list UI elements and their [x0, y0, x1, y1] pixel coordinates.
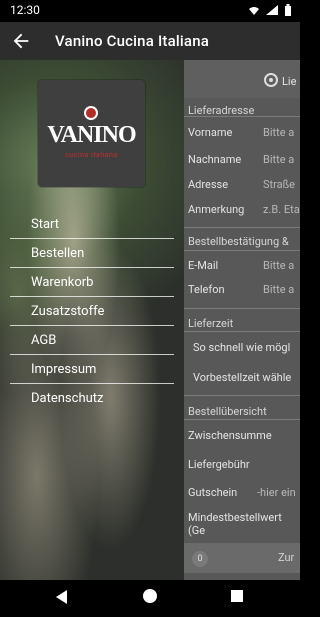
voucher-placeholder: -hier ein [257, 486, 296, 499]
summary-label: Liefergebühr [188, 458, 250, 471]
field-label: Nachname [188, 153, 242, 166]
delivery-label: Lie [282, 75, 297, 88]
menu-label: Datenschutz [31, 391, 104, 406]
divider [184, 116, 300, 117]
field-label: E-Mail [188, 259, 219, 272]
section-bestellbestaetigung: Bestellbestätigung & [188, 235, 289, 248]
menu-label: Start [31, 217, 60, 232]
divider [184, 308, 300, 309]
menu-label: Zusatzstoffe [31, 304, 105, 319]
system-nav-bar [0, 580, 300, 617]
app-bar: Vanino Cucina Italiana [0, 22, 300, 60]
order-form-panel: Lie Lieferadresse Vorname Bitte a Nachna… [184, 60, 300, 580]
field-label: Telefon [188, 283, 225, 296]
section-bestelluebersicht: Bestellübersicht [188, 405, 267, 418]
menu-item-datenschutz[interactable]: Datenschutz [0, 384, 184, 413]
menu-label: Warenkorb [31, 275, 94, 290]
checkout-button[interactable]: Zur [278, 551, 294, 564]
main-content: VANINO cucina italiana Start Bestellen W… [0, 60, 300, 580]
menu-item-impressum[interactable]: Impressum [0, 355, 184, 384]
divider [184, 250, 300, 251]
menu-item-bestellen[interactable]: Bestellen [0, 239, 184, 268]
wifi-icon [249, 7, 259, 15]
menu-label: Impressum [31, 362, 97, 377]
menu-item-agb[interactable]: AGB [0, 326, 184, 355]
field-label: Anmerkung [188, 203, 245, 216]
field-placeholder: Bitte a [263, 259, 295, 272]
logo-mark [84, 106, 98, 120]
summary-label: Mindestbestellwert (Ge [188, 511, 282, 537]
checkout-bar: 0 Zur [184, 543, 300, 573]
battery-icon [285, 4, 291, 16]
nav-recents-icon[interactable] [231, 590, 243, 602]
signal-icon [266, 5, 278, 15]
summary-label: Gutschein [188, 486, 238, 499]
field-label: Vorname [188, 126, 233, 139]
drawer-menu: Start Bestellen Warenkorb Zusatzstoffe A… [0, 210, 184, 413]
menu-item-zusatzstoffe[interactable]: Zusatzstoffe [0, 297, 184, 326]
status-time: 12:30 [10, 3, 40, 17]
menu-label: AGB [31, 333, 57, 348]
status-bar: 12:30 [0, 0, 300, 22]
menu-item-warenkorb[interactable]: Warenkorb [0, 268, 184, 297]
nav-back-icon[interactable] [56, 590, 68, 604]
divider [184, 227, 300, 228]
divider [184, 395, 300, 396]
brand-logo: VANINO cucina italiana [38, 80, 145, 187]
page-title: Vanino Cucina Italiana [55, 32, 210, 50]
field-placeholder: z.B. Eta [263, 203, 300, 216]
logo-subtitle: cucina italiana [65, 151, 118, 159]
nav-home-icon[interactable] [143, 589, 157, 603]
field-label: Adresse [188, 178, 229, 191]
back-arrow-icon[interactable] [10, 30, 32, 52]
section-lieferzeit: Lieferzeit [188, 317, 234, 330]
divider [184, 419, 300, 420]
status-icons [248, 4, 292, 16]
field-placeholder: Bitte a [263, 126, 295, 139]
option-label: Vorbestellzeit wähle [193, 371, 292, 384]
cart-count-badge: 0 [192, 551, 208, 567]
field-placeholder: Straße [263, 178, 296, 191]
divider [184, 331, 300, 332]
logo-text: VANINO [47, 122, 136, 148]
menu-label: Bestellen [31, 246, 85, 261]
menu-item-start[interactable]: Start [0, 210, 184, 239]
option-label: So schnell wie mögl [193, 341, 291, 354]
summary-label: Zwischensumme [188, 429, 272, 442]
field-placeholder: Bitte a [263, 283, 295, 296]
field-placeholder: Bitte a [263, 153, 295, 166]
navigation-drawer: VANINO cucina italiana Start Bestellen W… [0, 60, 184, 580]
delivery-radio[interactable] [264, 73, 278, 87]
